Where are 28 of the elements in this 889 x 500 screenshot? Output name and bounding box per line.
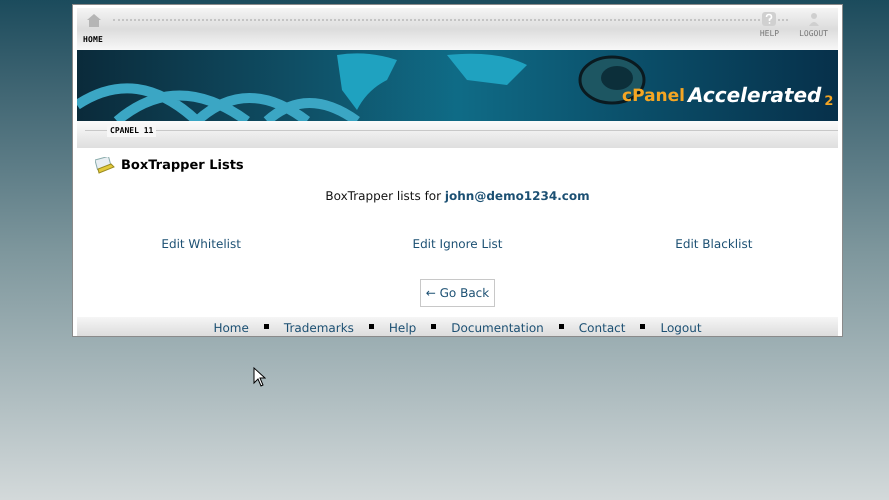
logo-product: Accelerated <box>688 85 822 105</box>
logo-version: 2 <box>824 95 834 108</box>
home-icon[interactable] <box>87 14 101 27</box>
edit-list-link[interactable]: Edit Whitelist <box>161 236 241 250</box>
edit-list-link[interactable]: Edit Blacklist <box>675 236 752 250</box>
go-back-button[interactable]: ← Go Back <box>420 278 496 306</box>
mail-trap-icon <box>95 157 115 174</box>
separator-icon <box>368 324 374 328</box>
separator-icon <box>558 324 564 328</box>
page-title: BoxTrapper Lists <box>121 157 244 175</box>
mouse-cursor-icon <box>253 367 266 387</box>
email-link[interactable]: john@demo1234.com <box>444 188 590 202</box>
separator-icon <box>264 324 269 328</box>
footer-link[interactable]: Documentation <box>451 321 544 336</box>
footer-link[interactable]: Contact <box>578 321 626 336</box>
separator-icon <box>640 324 646 328</box>
help-icon[interactable] <box>762 12 776 26</box>
footer-link[interactable]: Help <box>388 321 416 336</box>
logo-word: cPanel <box>622 88 686 105</box>
footer-link[interactable]: Logout <box>660 321 702 336</box>
separator-icon <box>431 324 436 328</box>
footer-link[interactable]: Trademarks <box>284 321 354 336</box>
section-label: CPANEL 11 <box>107 125 156 137</box>
intro-text: BoxTrapper lists for john@demo1234.com <box>324 188 591 204</box>
edit-list-link[interactable]: Edit Ignore List <box>412 236 502 250</box>
footer-link[interactable]: Home <box>213 321 249 336</box>
user-icon[interactable] <box>806 12 821 26</box>
home-label[interactable]: HOME <box>83 34 104 46</box>
